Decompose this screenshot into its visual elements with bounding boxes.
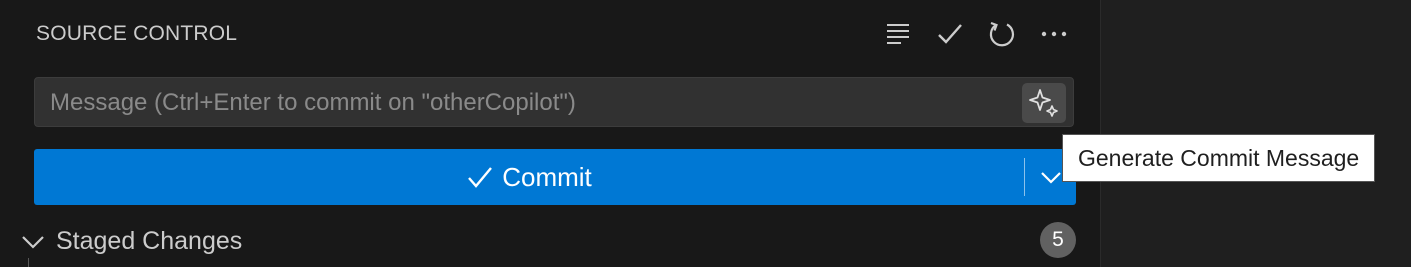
source-control-panel: SOURCE CONTROL Message (Ctrl+Enter to co… bbox=[0, 0, 1101, 267]
commit-button-label: Commit bbox=[502, 161, 592, 192]
commit-check-button[interactable] bbox=[932, 16, 968, 52]
generate-commit-message-tooltip: Generate Commit Message bbox=[1062, 134, 1376, 182]
tree-indent-guide bbox=[28, 258, 29, 267]
generate-commit-message-button[interactable] bbox=[1022, 83, 1066, 123]
panel-title: SOURCE CONTROL bbox=[36, 22, 238, 45]
commit-message-input[interactable] bbox=[48, 78, 1012, 128]
check-icon bbox=[468, 167, 493, 188]
commit-message-box bbox=[34, 77, 1074, 128]
chevron-down-icon bbox=[22, 236, 44, 249]
refresh-button[interactable] bbox=[983, 16, 1019, 52]
chevron-down-icon bbox=[1040, 172, 1061, 184]
staged-changes-header[interactable]: Staged Changes 5 bbox=[0, 220, 1100, 264]
staged-count-badge: 5 bbox=[1040, 222, 1076, 258]
tooltip-text: Generate Commit Message bbox=[1078, 144, 1360, 171]
view-as-list-icon bbox=[887, 24, 909, 44]
refresh-icon bbox=[989, 21, 1014, 47]
commit-button[interactable]: Commit bbox=[34, 149, 1024, 205]
commit-button-group: Commit bbox=[34, 149, 1076, 205]
staged-changes-label: Staged Changes bbox=[56, 227, 243, 255]
more-actions-icon bbox=[1041, 31, 1067, 37]
view-as-list-button[interactable] bbox=[880, 16, 916, 52]
more-actions-button[interactable] bbox=[1036, 16, 1072, 52]
sparkle-icon bbox=[1029, 89, 1058, 117]
check-icon bbox=[938, 24, 962, 44]
